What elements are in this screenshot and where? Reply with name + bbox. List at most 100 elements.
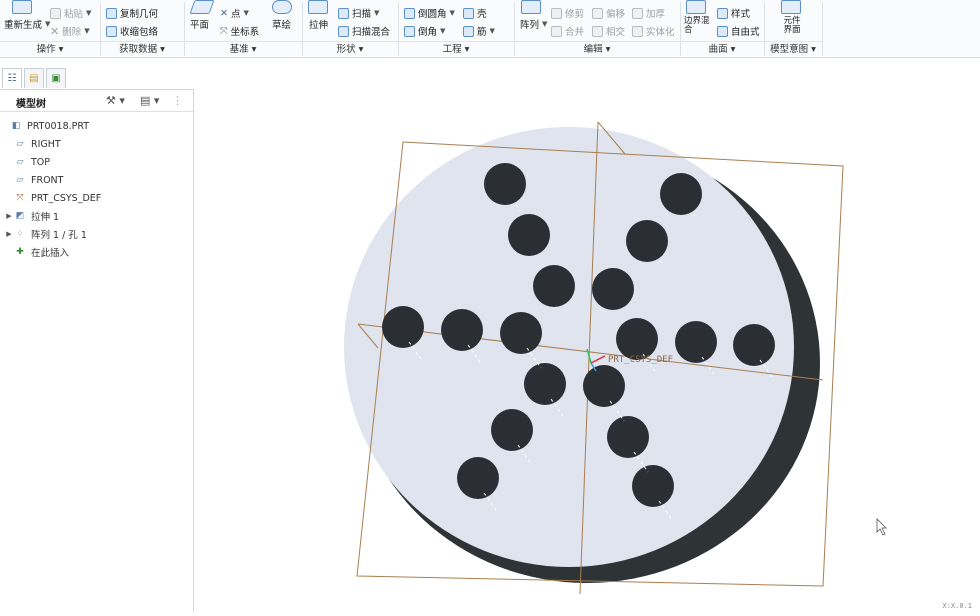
hole[interactable] [524, 363, 566, 405]
plane-icon [189, 0, 215, 14]
regenerate-icon [12, 0, 32, 14]
engineering-group-label[interactable]: 工程 ▾ [398, 41, 514, 57]
tab-favorites[interactable]: ▣ [46, 68, 66, 88]
chamfer-button[interactable]: 倒角 ▼ [404, 24, 445, 38]
plane-button[interactable]: 平面 [190, 17, 209, 31]
swept-blend-button[interactable]: 扫描混合 [338, 24, 390, 38]
tree-item-label: 在此插入 [31, 248, 70, 259]
ribbon-toolbar: 重新生成 ▼ 粘贴 ▼ ✕ 删除 ▼ 操作 ▾ 复制几何 收缩包络 获取数据 ▾ 平面 … [0, 0, 980, 58]
hole[interactable] [500, 312, 542, 354]
sketch-button[interactable]: 草绘 [272, 17, 291, 31]
tree-item-label: 拉伸 1 [31, 212, 60, 223]
thicken-button[interactable]: 加厚 [632, 6, 665, 20]
tree-item-part[interactable]: ◧ PRT0018.PRT [0, 117, 194, 135]
datum-group-label[interactable]: 基准 ▾ [184, 41, 302, 57]
tree-item-csys[interactable]: ⤧ PRT_CSYS_DEF [0, 189, 194, 207]
delete-button[interactable]: ✕ 删除 ▼ [50, 24, 90, 39]
tree-item-label: PRT0018.PRT [27, 120, 90, 132]
boundary-blend-button[interactable]: 边界混合 [684, 17, 714, 35]
trim-button[interactable]: 修剪 [551, 6, 584, 20]
pattern-button[interactable]: 阵列 ▼ [520, 17, 547, 31]
expand-arrow[interactable]: ▶ [4, 212, 14, 220]
model-intent-group-label[interactable]: 模型意图 ▾ [764, 41, 822, 57]
show-menu-icon[interactable]: ▤ ▾ [140, 94, 159, 107]
offset-button[interactable]: 偏移 [592, 6, 625, 20]
csys-button[interactable]: ⤧ 坐标系 [220, 24, 259, 39]
extrude-icon [308, 0, 328, 14]
delete-icon: ✕ [50, 24, 60, 38]
datum-plane-icon: ▱ [16, 156, 24, 167]
hole[interactable] [660, 173, 702, 215]
hole[interactable] [607, 416, 649, 458]
hole[interactable] [632, 465, 674, 507]
sweep-icon [338, 7, 349, 19]
tree-settings-icon[interactable]: ⚒ ▾ [106, 94, 125, 107]
expand-arrow[interactable]: ▶ [4, 230, 14, 238]
shrinkwrap-button[interactable]: 收缩包络 [106, 24, 158, 38]
navigator-tabs: ☷ ▤ ▣ [0, 66, 194, 90]
hole[interactable] [583, 365, 625, 407]
intersect-button[interactable]: 相交 [592, 24, 625, 38]
tree-item-label: FRONT [31, 174, 64, 186]
hole[interactable] [508, 214, 550, 256]
hole[interactable] [733, 324, 775, 366]
shell-icon [463, 7, 474, 19]
csys-icon: ⤧ [220, 25, 228, 37]
boundary-blend-icon [686, 0, 706, 14]
csys-icon: ⤧ [16, 192, 24, 203]
swept-blend-icon [338, 25, 349, 37]
tree-item-insert-here[interactable]: ✚ 在此插入 [0, 243, 194, 261]
hole[interactable] [533, 265, 575, 307]
favorites-icon: ▣ [51, 73, 61, 84]
style-button[interactable]: 样式 [717, 6, 750, 20]
extrude-button[interactable]: 拉伸 [309, 17, 328, 31]
tree-item-front[interactable]: ▱ FRONT [0, 171, 194, 189]
sweep-button[interactable]: 扫描 ▼ [338, 6, 379, 20]
hole[interactable] [491, 409, 533, 451]
tree-item-pattern[interactable]: ▶ ⁘ 阵列 1 / 孔 1 [0, 225, 194, 243]
operations-group-label[interactable]: 操作 ▾ [0, 41, 100, 57]
shrinkwrap-icon [106, 25, 117, 37]
hole[interactable] [484, 163, 526, 205]
surfaces-group-label[interactable]: 曲面 ▾ [680, 41, 764, 57]
paste-button[interactable]: 粘贴 ▼ [50, 6, 91, 20]
part-icon: ◧ [11, 120, 21, 131]
style-icon [717, 7, 728, 19]
hole[interactable] [592, 268, 634, 310]
tab-folder-browser[interactable]: ▤ [24, 68, 44, 88]
pattern-icon [521, 0, 541, 14]
tree-item-label: TOP [31, 156, 51, 168]
copy-geometry-icon [106, 7, 117, 19]
tree-item-extrude[interactable]: ▶ ◩ 拉伸 1 [0, 207, 194, 225]
model-tree-panel: 模型树 ⚒ ▾ ▤ ▾ ⋮ ◧ PRT0018.PRT ▱ RIGHT ▱ TO… [0, 90, 194, 612]
graphics-viewport[interactable]: PRT_CSYS_DEF X:X.0.1 [195, 66, 980, 612]
component-interface-button[interactable]: 元件界面 [780, 17, 804, 35]
hole[interactable] [626, 220, 668, 262]
status-readout: X:X.0.1 [942, 602, 972, 610]
model-graphics[interactable]: PRT_CSYS_DEF [195, 66, 980, 612]
copy-geometry-button[interactable]: 复制几何 [106, 6, 158, 20]
hole[interactable] [441, 309, 483, 351]
hole[interactable] [382, 306, 424, 348]
merge-button[interactable]: 合并 [551, 24, 584, 38]
tree-item-top[interactable]: ▱ TOP [0, 153, 194, 171]
hole[interactable] [675, 321, 717, 363]
rib-button[interactable]: 筋 ▼ [463, 24, 495, 38]
regenerate-button[interactable]: 重新生成 ▼ [4, 17, 50, 31]
get-data-group-label[interactable]: 获取数据 ▾ [100, 41, 184, 57]
hole[interactable] [457, 457, 499, 499]
datum-plane-icon: ▱ [16, 174, 24, 185]
hole[interactable] [616, 318, 658, 360]
shell-button[interactable]: 壳 [463, 6, 487, 20]
round-button[interactable]: 倒圆角 ▼ [404, 6, 455, 20]
tab-model-tree[interactable]: ☷ [2, 68, 22, 88]
freestyle-button[interactable]: 自由式 [717, 24, 760, 38]
tree-item-right[interactable]: ▱ RIGHT [0, 135, 194, 153]
point-button[interactable]: ✕ 点 ▼ [220, 6, 249, 21]
tree-filter-icon[interactable]: ⋮ [172, 94, 183, 107]
round-icon [404, 7, 415, 19]
shapes-group-label[interactable]: 形状 ▾ [302, 41, 398, 57]
solidify-button[interactable]: 实体化 [632, 24, 675, 38]
datum-plane-icon: ▱ [16, 138, 24, 149]
editing-group-label[interactable]: 编辑 ▾ [514, 41, 680, 57]
